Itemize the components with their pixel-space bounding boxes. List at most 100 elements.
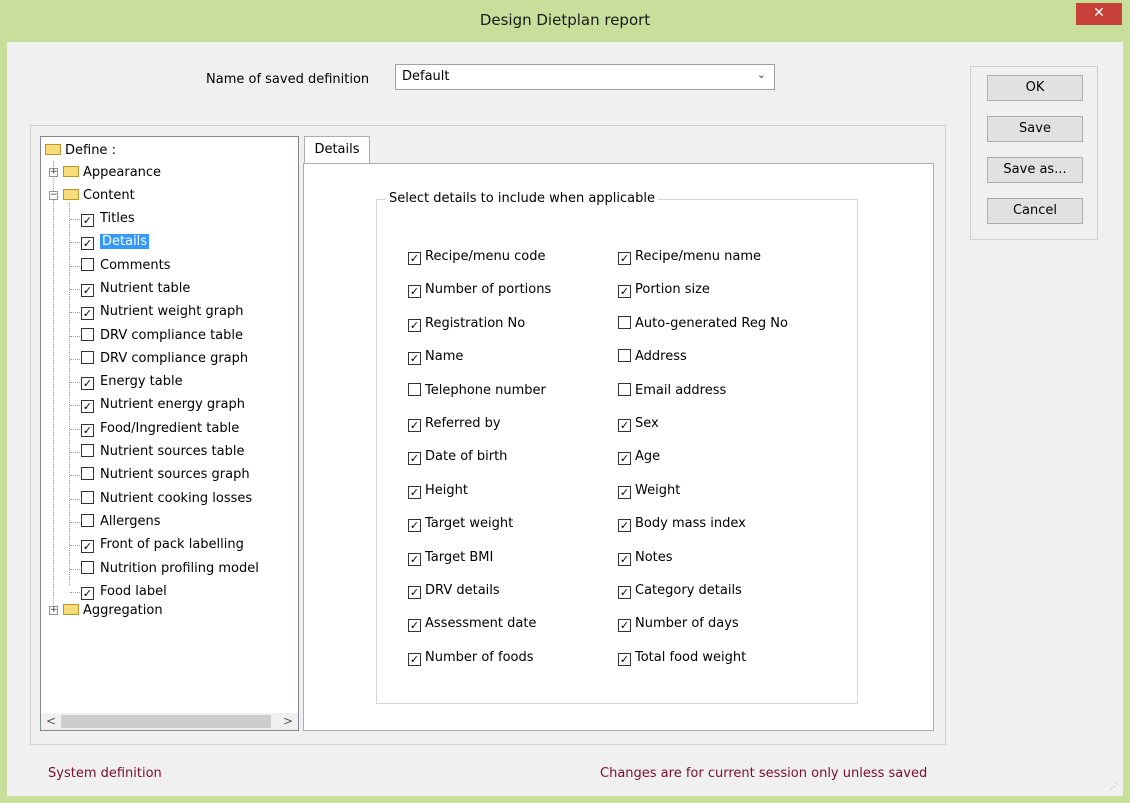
tab-details[interactable]: Details (304, 136, 370, 164)
tree-checkbox[interactable] (81, 540, 94, 554)
tree-item-content-child[interactable]: DRV compliance graph (70, 349, 248, 369)
ok-button[interactable]: OK (987, 75, 1083, 101)
detail-option[interactable]: Auto-generated Reg No (618, 315, 788, 333)
define-tree[interactable]: Define : + Appearance − Content Titles De… (40, 136, 299, 731)
scroll-right-icon[interactable]: > (283, 714, 293, 728)
expand-appearance-icon[interactable]: + (49, 168, 58, 177)
tree-checkbox[interactable] (81, 377, 94, 391)
detail-checkbox[interactable] (618, 285, 631, 299)
tree-checkbox[interactable] (81, 586, 94, 600)
tree-item-content-child[interactable]: Details (70, 232, 150, 252)
detail-option[interactable]: Body mass index (618, 515, 746, 533)
tree-checkbox[interactable] (81, 444, 94, 457)
tree-item-content-child[interactable]: Comments (70, 256, 170, 276)
tree-item-content-child[interactable]: DRV compliance table (70, 326, 243, 346)
detail-checkbox[interactable] (408, 352, 421, 366)
detail-checkbox[interactable] (408, 652, 421, 666)
save-button[interactable]: Save (987, 116, 1083, 142)
detail-checkbox[interactable] (618, 315, 631, 329)
detail-checkbox[interactable] (408, 382, 421, 396)
detail-checkbox[interactable] (408, 285, 421, 299)
tree-checkbox[interactable] (81, 350, 94, 364)
detail-option[interactable]: Target weight (408, 515, 513, 533)
tree-checkbox[interactable] (81, 237, 94, 251)
tree-item-content-child[interactable]: Nutrient table (70, 279, 190, 299)
detail-checkbox[interactable] (618, 586, 631, 599)
tree-horizontal-scrollbar[interactable]: < > (41, 713, 298, 730)
detail-checkbox[interactable] (618, 552, 631, 566)
detail-checkbox[interactable] (408, 586, 421, 599)
tree-checkbox[interactable] (81, 327, 94, 341)
detail-option[interactable]: Recipe/menu code (408, 248, 545, 266)
detail-option[interactable]: Name (408, 348, 463, 366)
resize-grip-icon[interactable]: ⋰ (1110, 782, 1118, 791)
detail-checkbox[interactable] (408, 318, 421, 332)
detail-checkbox[interactable] (408, 485, 421, 499)
tree-checkbox[interactable] (81, 400, 94, 414)
tree-checkbox[interactable] (81, 257, 94, 271)
detail-checkbox[interactable] (618, 452, 631, 466)
tree-item-appearance[interactable]: Appearance (63, 163, 161, 183)
tree-item-content-child[interactable]: Nutrient energy graph (70, 395, 245, 415)
scrollbar-thumb[interactable] (61, 715, 271, 728)
tree-item-content-child[interactable]: Food label (70, 582, 167, 602)
detail-option[interactable]: Height (408, 482, 468, 500)
detail-checkbox[interactable] (618, 619, 631, 633)
detail-option[interactable]: Recipe/menu name (618, 248, 761, 266)
tree-item-content-child[interactable]: Nutrient weight graph (70, 302, 244, 322)
detail-checkbox[interactable] (618, 485, 631, 499)
tree-checkbox[interactable] (81, 490, 94, 504)
close-button[interactable]: ✕ (1076, 3, 1122, 25)
detail-option[interactable]: Assessment date (408, 615, 536, 633)
detail-checkbox[interactable] (618, 382, 631, 396)
tree-checkbox[interactable] (81, 307, 94, 321)
detail-option[interactable]: Referred by (408, 415, 501, 433)
detail-checkbox[interactable] (408, 619, 421, 633)
expand-aggregation-icon[interactable]: + (49, 606, 58, 615)
detail-checkbox[interactable] (618, 519, 631, 533)
detail-option[interactable]: Registration No (408, 315, 525, 333)
tree-checkbox[interactable] (81, 467, 94, 481)
detail-option[interactable]: Sex (618, 415, 659, 433)
detail-option[interactable]: Portion size (618, 281, 710, 299)
tree-item-content-child[interactable]: Nutrient cooking losses (70, 489, 252, 509)
detail-option[interactable]: Email address (618, 382, 726, 400)
detail-option[interactable]: Total food weight (618, 649, 746, 667)
save-as-button[interactable]: Save as... (987, 157, 1083, 183)
tree-checkbox[interactable] (81, 283, 94, 297)
detail-checkbox[interactable] (408, 419, 421, 432)
detail-checkbox[interactable] (408, 452, 421, 466)
detail-checkbox[interactable] (408, 252, 421, 265)
detail-option[interactable]: Number of days (618, 615, 739, 633)
tree-item-content-child[interactable]: Food/Ingredient table (70, 419, 239, 439)
tree-checkbox[interactable] (81, 513, 94, 527)
cancel-button[interactable]: Cancel (987, 198, 1083, 224)
tree-item-content[interactable]: Content (63, 186, 135, 206)
detail-option[interactable]: Date of birth (408, 448, 507, 466)
detail-option[interactable]: Age (618, 448, 660, 466)
tree-checkbox[interactable] (81, 423, 94, 437)
tree-item-content-child[interactable]: Nutrient sources graph (70, 465, 250, 485)
tree-root[interactable]: Define : (45, 141, 116, 161)
detail-option[interactable]: Number of portions (408, 281, 551, 299)
detail-checkbox[interactable] (618, 349, 631, 363)
detail-option[interactable]: Number of foods (408, 649, 534, 667)
detail-option[interactable]: Target BMI (408, 549, 493, 567)
tree-item-content-child[interactable]: Nutrition profiling model (70, 559, 259, 579)
tree-checkbox[interactable] (81, 560, 94, 574)
detail-option[interactable]: Address (618, 348, 687, 366)
tree-item-content-child[interactable]: Front of pack labelling (70, 535, 244, 555)
tree-item-content-child[interactable]: Energy table (70, 372, 183, 392)
detail-option[interactable]: DRV details (408, 582, 500, 600)
tree-item-aggregation[interactable]: Aggregation (63, 601, 163, 621)
detail-checkbox[interactable] (408, 519, 421, 533)
definition-name-dropdown[interactable]: Default ⌄ (395, 64, 775, 90)
scroll-left-icon[interactable]: < (46, 714, 56, 728)
detail-option[interactable]: Weight (618, 482, 680, 500)
tree-item-content-child[interactable]: Titles (70, 209, 135, 229)
detail-checkbox[interactable] (618, 419, 631, 432)
detail-checkbox[interactable] (618, 652, 631, 666)
detail-option[interactable]: Notes (618, 549, 673, 567)
detail-checkbox[interactable] (408, 552, 421, 566)
tree-item-content-child[interactable]: Nutrient sources table (70, 442, 245, 462)
